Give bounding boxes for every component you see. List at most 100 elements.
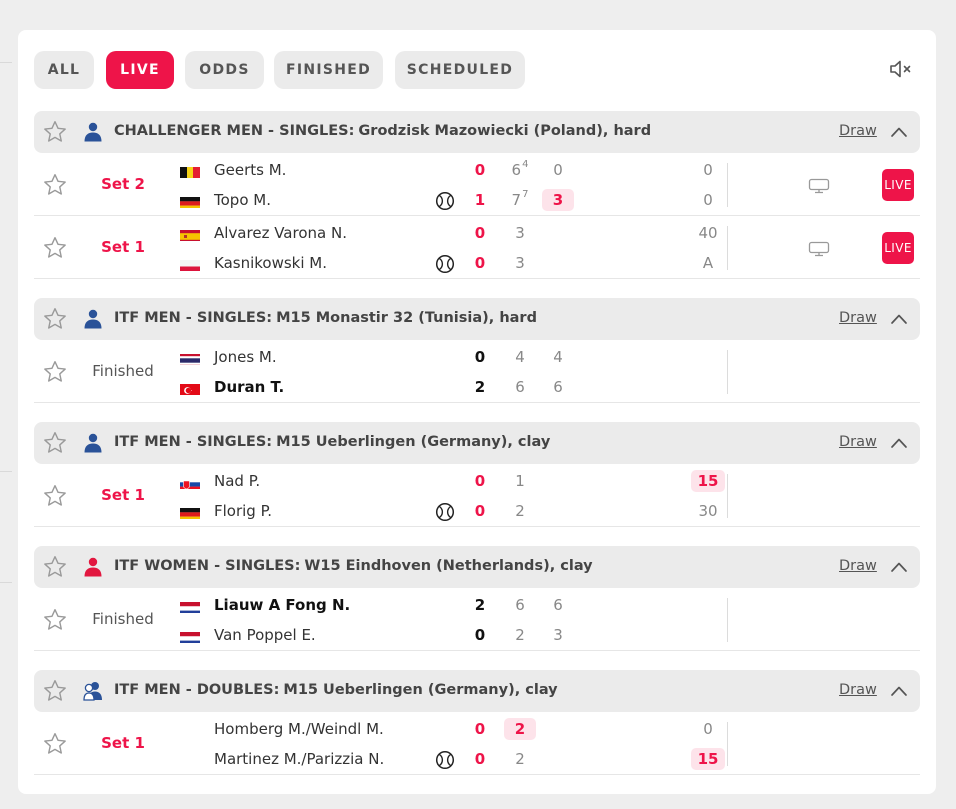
live-badge[interactable]: LIVE — [882, 232, 914, 264]
tennis-ball-icon — [435, 254, 455, 274]
match-status: Finished — [92, 362, 154, 380]
divider — [727, 722, 728, 766]
men-icon — [83, 433, 103, 453]
game-points: 30 — [698, 502, 718, 520]
star-icon[interactable] — [42, 678, 68, 704]
player-name[interactable]: Florig P. — [214, 502, 272, 520]
tournament-category: ITF MEN - SINGLES: — [114, 310, 273, 326]
star-icon[interactable] — [42, 235, 68, 261]
chevron-up-icon[interactable] — [890, 435, 908, 449]
star-icon[interactable] — [42, 172, 68, 198]
tournament-category: ITF MEN - SINGLES: — [114, 434, 273, 450]
tournament-title[interactable]: ITF WOMEN - SINGLES: W15 Eindhoven (Nethe… — [114, 558, 593, 574]
men-icon — [83, 309, 103, 329]
match-row[interactable]: Finished Liauw A Fong N. 2 6 6 Van Poppel E. 0… — [34, 589, 920, 651]
filter-tab-live[interactable]: LIVE — [106, 51, 174, 89]
star-icon[interactable] — [42, 554, 68, 580]
player-name[interactable]: Van Poppel E. — [214, 626, 316, 644]
tournament-title[interactable]: ITF MEN - SINGLES: M15 Ueberlingen (Germa… — [114, 434, 550, 450]
men-icon — [83, 122, 103, 142]
live-badge[interactable]: LIVE — [882, 169, 914, 201]
filter-tab-finished[interactable]: FINISHED — [274, 51, 383, 89]
tiebreak-score: 7 — [522, 189, 529, 200]
star-icon[interactable] — [42, 607, 68, 633]
set-score: 3 — [508, 254, 532, 272]
player-name[interactable]: Jones M. — [214, 348, 277, 366]
draw-link[interactable]: Draw — [839, 434, 877, 450]
set-games: 2 — [515, 502, 525, 520]
doubles-icon — [83, 681, 103, 701]
player-name[interactable]: Duran T. — [214, 378, 284, 396]
match-row[interactable]: Finished Jones M. 0 4 4 Duran T. 2 6 6 — [34, 341, 920, 403]
player-name[interactable]: Martinez M./Parizzia N. — [214, 750, 384, 768]
player-name[interactable]: Kasnikowski M. — [214, 254, 327, 272]
tournament-name[interactable]: M15 Ueberlingen (Germany), clay — [283, 682, 557, 698]
filter-tab-scheduled[interactable]: SCHEDULED — [395, 51, 525, 89]
chevron-up-icon[interactable] — [890, 559, 908, 573]
match-status: Set 1 — [101, 238, 145, 256]
set-games: 6 — [553, 596, 563, 614]
tournament-name[interactable]: W15 Eindhoven (Netherlands), clay — [304, 558, 592, 574]
flag-icon-tr — [180, 382, 200, 395]
tv-icon[interactable] — [808, 178, 830, 194]
draw-link[interactable]: Draw — [839, 558, 877, 574]
star-icon[interactable] — [42, 483, 68, 509]
filter-tab-odds[interactable]: ODDS — [185, 51, 264, 89]
chevron-up-icon[interactable] — [890, 683, 908, 697]
set-score: 2 — [508, 502, 532, 520]
tournament-name[interactable]: Grodzisk Mazowiecki (Poland), hard — [358, 123, 651, 139]
star-icon[interactable] — [42, 430, 68, 456]
tournament-header[interactable]: ITF MEN - SINGLES: M15 Ueberlingen (Germa… — [34, 422, 920, 464]
match-status: Set 2 — [101, 175, 145, 193]
chevron-up-icon[interactable] — [890, 311, 908, 325]
tournament-title[interactable]: ITF MEN - DOUBLES: M15 Ueberlingen (Germa… — [114, 682, 558, 698]
player-name[interactable]: Liauw A Fong N. — [214, 596, 350, 614]
sets-won: 0 — [474, 472, 486, 490]
chevron-up-icon[interactable] — [890, 124, 908, 138]
flag-icon-de — [180, 506, 200, 519]
player-name[interactable]: Homberg M./Weindl M. — [214, 720, 384, 738]
star-icon[interactable] — [42, 306, 68, 332]
sets-won: 0 — [474, 348, 486, 366]
sets-won: 0 — [474, 224, 486, 242]
match-row[interactable]: Set 1 Nad P. 0 1 15 Florig P. 0 2 30 — [34, 465, 920, 527]
game-points: 0 — [703, 720, 713, 738]
match-row[interactable]: Set 2 Geerts M. 0 64 0 0 Topo M. 1 77 3 0 LIVE — [34, 154, 920, 216]
match-row[interactable]: Set 1 Alvarez Varona N. 0 3 40 Kasnikowski M.… — [34, 217, 920, 279]
tournament-header[interactable]: ITF WOMEN - SINGLES: W15 Eindhoven (Nethe… — [34, 546, 920, 588]
filter-tab-all[interactable]: ALL — [34, 51, 94, 89]
tournament-header[interactable]: ITF MEN - DOUBLES: M15 Ueberlingen (Germa… — [34, 670, 920, 712]
set-score: 64 — [508, 159, 532, 179]
star-icon[interactable] — [42, 359, 68, 385]
sets-won: 0 — [474, 720, 486, 738]
set-games: 6 — [553, 378, 563, 396]
set-games: 3 — [515, 254, 525, 272]
set-games: 0 — [553, 161, 563, 179]
match-row[interactable]: Set 1 Homberg M./Weindl M. 0 2 0 Martinez M./… — [34, 713, 920, 775]
sets-won: 0 — [474, 626, 486, 644]
tournament-name[interactable]: M15 Ueberlingen (Germany), clay — [276, 434, 550, 450]
page-divider — [0, 471, 12, 472]
draw-link[interactable]: Draw — [839, 682, 877, 698]
tv-icon[interactable] — [808, 241, 830, 257]
star-icon[interactable] — [42, 731, 68, 757]
draw-link[interactable]: Draw — [839, 123, 877, 139]
women-icon — [83, 557, 103, 577]
set-score: 3 — [508, 224, 532, 242]
set-games: 4 — [553, 348, 563, 366]
player-name[interactable]: Nad P. — [214, 472, 260, 490]
player-name[interactable]: Alvarez Varona N. — [214, 224, 347, 242]
star-icon[interactable] — [42, 119, 68, 145]
tournament-name[interactable]: M15 Monastir 32 (Tunisia), hard — [276, 310, 537, 326]
tournament-title[interactable]: CHALLENGER MEN - SINGLES: Grodzisk Mazowi… — [114, 123, 651, 139]
player-name[interactable]: Topo M. — [214, 191, 271, 209]
tournament-title[interactable]: ITF MEN - SINGLES: M15 Monastir 32 (Tunis… — [114, 310, 537, 326]
speaker-mute-icon[interactable] — [889, 58, 913, 80]
tournament-header[interactable]: ITF MEN - SINGLES: M15 Monastir 32 (Tunis… — [34, 298, 920, 340]
player-name[interactable]: Geerts M. — [214, 161, 286, 179]
sets-won: 0 — [474, 502, 486, 520]
tournament-header[interactable]: CHALLENGER MEN - SINGLES: Grodzisk Mazowi… — [34, 111, 920, 153]
game-points: 15 — [691, 748, 725, 770]
draw-link[interactable]: Draw — [839, 310, 877, 326]
set-score: 1 — [508, 472, 532, 490]
